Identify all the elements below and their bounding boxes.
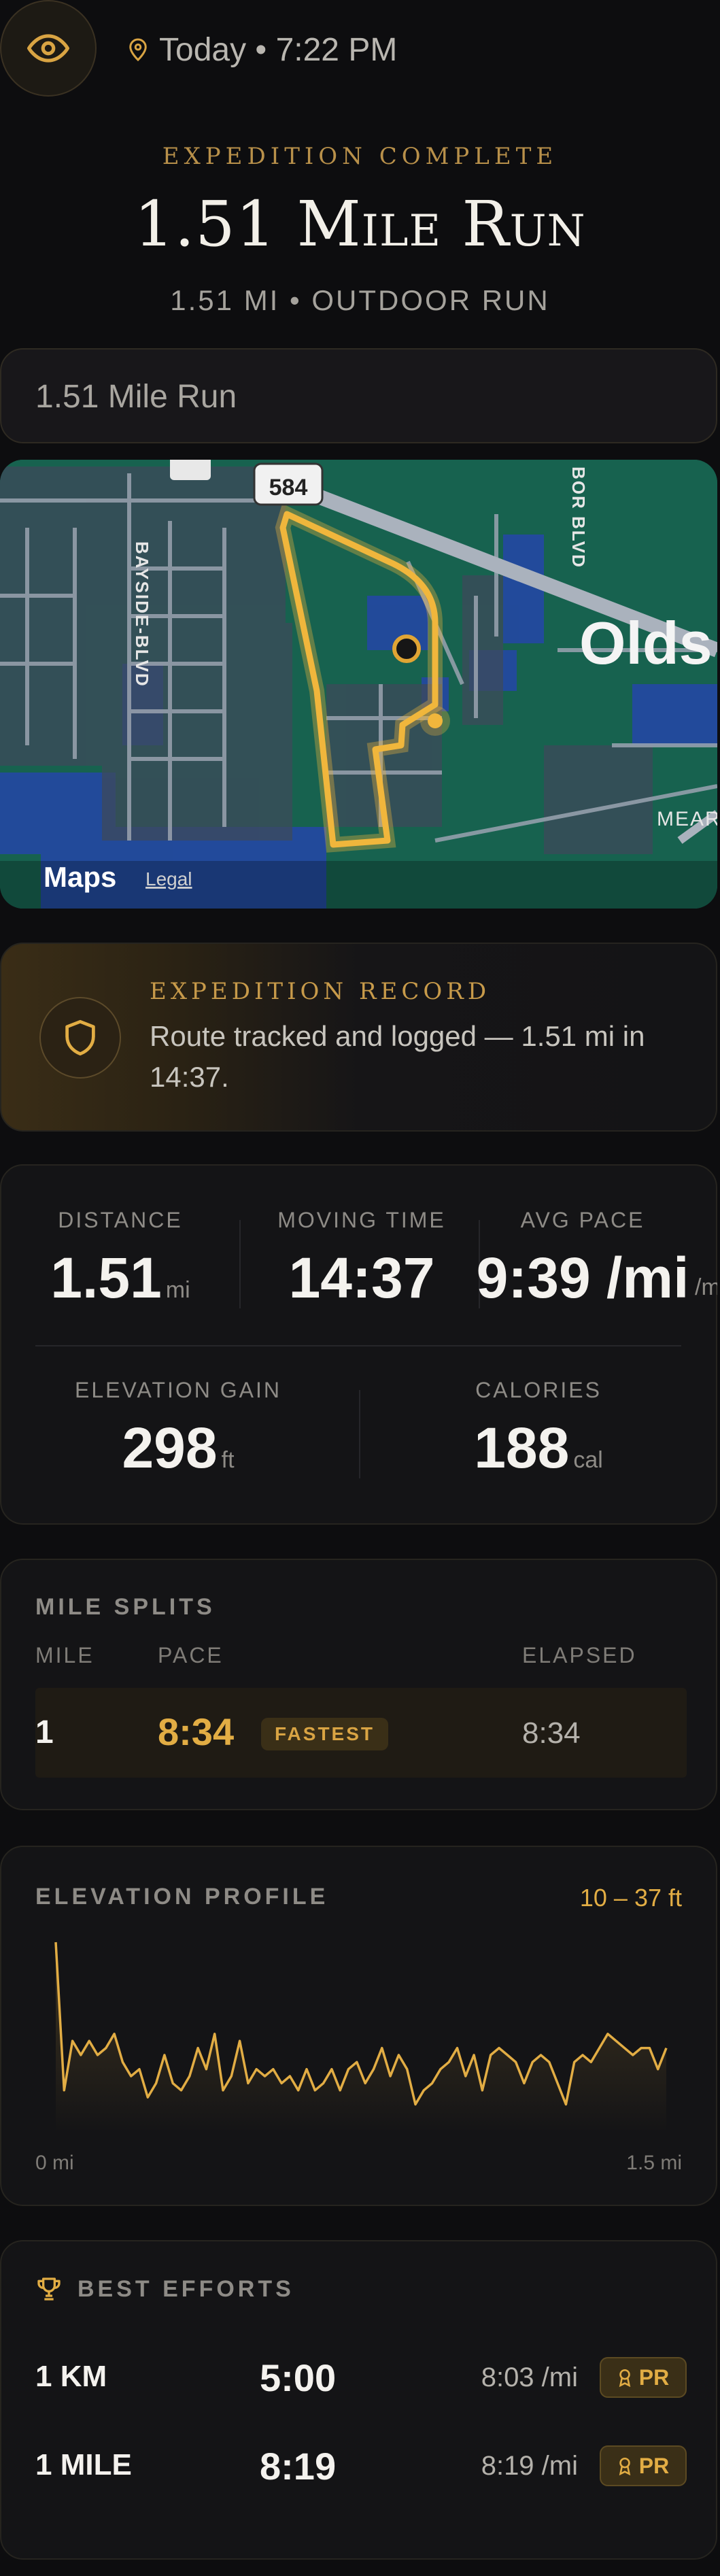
map-canvas: 584 BAYSIDE-BLVD BOR BLVD Olds MEAR Maps… xyxy=(0,460,717,909)
elevation-profile-card: ELEVATION PROFILE 10 – 37 ft 0 mi 1.5 mi xyxy=(0,1846,717,2206)
place-label-olds: Olds xyxy=(579,609,713,677)
place-label-mear: MEAR xyxy=(657,808,717,830)
stats-card: DISTANCE 1.51 mi MOVING TIME 14:37 AVG PA… xyxy=(0,1164,717,1525)
stat-distance-label: DISTANCE xyxy=(58,1208,183,1232)
stat-calories: CALORIES 188 cal xyxy=(402,1378,674,1481)
elevation-range: 10 – 37 ft xyxy=(579,1884,682,1912)
stat-calories-label: CALORIES xyxy=(475,1378,602,1402)
record-label: EXPEDITION RECORD xyxy=(150,978,491,1005)
page-title: 1.51 Mile Run xyxy=(134,188,586,260)
table-row[interactable]: 1 8:34 FASTEST 8:34 xyxy=(35,1688,687,1778)
stat-avg-pace-label: AVG PACE xyxy=(520,1208,645,1232)
maps-attribution: Maps xyxy=(44,861,116,893)
run-name-field[interactable]: 1.51 Mile Run xyxy=(0,348,717,443)
stat-avg-pace-unit: /m xyxy=(695,1274,717,1300)
record-message: Route tracked and logged — 1.51 mi in 14… xyxy=(150,1020,645,1093)
medal-icon xyxy=(619,2457,630,2475)
street-label-bor: BOR BLVD xyxy=(568,467,589,569)
stat-avg-pace: AVG PACE 9:39 /mi xyxy=(470,1208,695,1311)
expedition-record-card: EXPEDITION RECORD Route tracked and logg… xyxy=(0,943,717,1132)
elevation-axis-start: 0 mi xyxy=(35,2152,74,2174)
stat-avg-pace-value: 9:39 /mi xyxy=(476,1246,689,1310)
visibility-toggle-button[interactable] xyxy=(0,0,97,97)
col-head-elapsed: ELAPSED xyxy=(522,1643,637,1667)
best-efforts-card: BEST EFFORTS 1 KM 5:00 8:03 /mi PR 1 MIL… xyxy=(0,2240,717,2560)
stat-divider xyxy=(359,1390,360,1478)
list-item[interactable]: 1 MILE 8:19 8:19 /mi PR xyxy=(35,2439,687,2493)
effort-name: 1 MILE xyxy=(35,2448,132,2481)
map-legal-link: Legal xyxy=(145,868,192,889)
pin-icon xyxy=(129,38,147,62)
effort-time: 5:00 xyxy=(260,2356,337,2399)
best-efforts-title: BEST EFFORTS xyxy=(78,2275,294,2302)
elevation-axis-end: 1.5 mi xyxy=(626,2152,682,2174)
effort-time: 8:19 xyxy=(260,2445,337,2488)
run-name-text: 1.51 Mile Run xyxy=(35,379,237,415)
stat-divider xyxy=(239,1220,241,1308)
elevation-chart xyxy=(54,1942,668,2133)
stat-distance-value: 1.51 mi xyxy=(50,1246,190,1310)
split-elapsed: 8:34 xyxy=(522,1716,581,1750)
effort-name: 1 KM xyxy=(35,2360,107,2393)
medal-icon xyxy=(619,2369,630,2387)
shield-icon xyxy=(65,1019,95,1056)
stat-moving-time: MOVING TIME 14:37 xyxy=(260,1208,464,1311)
pr-badge: PR xyxy=(600,2445,687,2486)
col-head-mile: MILE xyxy=(35,1643,95,1667)
stat-moving-time-label: MOVING TIME xyxy=(277,1208,446,1232)
stat-elevation-gain-label: ELEVATION GAIN xyxy=(75,1378,281,1402)
best-efforts-header: BEST EFFORTS xyxy=(35,2275,294,2303)
route-shield-label: 584 xyxy=(269,475,308,501)
route-map[interactable]: 584 BAYSIDE-BLVD BOR BLVD Olds MEAR Maps… xyxy=(0,460,717,909)
stat-calories-value: 188 cal xyxy=(474,1416,603,1480)
stat-moving-time-value: 14:37 xyxy=(288,1246,435,1310)
stat-elevation-gain: ELEVATION GAIN 298 ft xyxy=(42,1378,314,1481)
col-head-pace: PACE xyxy=(158,1643,224,1667)
shield-badge xyxy=(39,997,121,1079)
split-mile: 1 xyxy=(35,1714,54,1750)
elevation-area xyxy=(56,1942,666,2133)
stats-row-divider xyxy=(35,1345,681,1346)
street-label-bayside: BAYSIDE-BLVD xyxy=(132,541,152,688)
fastest-badge: FASTEST xyxy=(261,1718,389,1750)
mile-splits-card: MILE SPLITS MILE PACE ELAPSED 1 8:34 FAS… xyxy=(0,1559,717,1810)
mile-splits-title: MILE SPLITS xyxy=(35,1594,216,1620)
datetime-label: Today • 7:22 PM xyxy=(159,31,398,68)
elevation-title: ELEVATION PROFILE xyxy=(35,1884,329,1910)
split-pace: 8:34 xyxy=(158,1710,235,1753)
stat-distance: DISTANCE 1.51 mi xyxy=(22,1208,219,1311)
effort-pace: 8:19 /mi xyxy=(481,2451,578,2481)
location-time-row: Today • 7:22 PM xyxy=(128,30,397,69)
activity-subtitle: 1.51 MI • OUTDOOR RUN xyxy=(170,284,550,316)
effort-pace: 8:03 /mi xyxy=(481,2362,578,2392)
pr-badge: PR xyxy=(600,2357,687,2398)
completion-kicker: EXPEDITION COMPLETE xyxy=(162,143,558,170)
stat-elevation-gain-value: 298 ft xyxy=(122,1416,235,1480)
eye-icon xyxy=(27,34,69,63)
trophy-icon xyxy=(37,2277,61,2301)
list-item[interactable]: 1 KM 5:00 8:03 /mi PR xyxy=(35,2350,687,2405)
